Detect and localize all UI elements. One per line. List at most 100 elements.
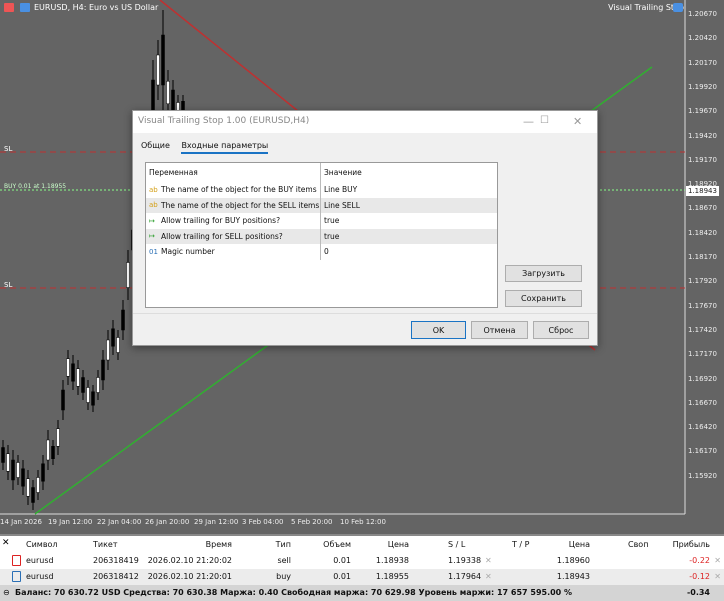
remove-sl-icon[interactable]: ✕ [485, 556, 492, 565]
cell-type: buy [276, 572, 291, 581]
column-header[interactable]: Тикет [93, 540, 118, 549]
cell-volume: 0.01 [333, 556, 351, 565]
candle-body [66, 358, 70, 377]
ok-button[interactable]: OK [411, 321, 466, 339]
candle-body [81, 377, 85, 393]
parameter-name: The name of the object for the BUY items [161, 185, 317, 195]
candle-body [51, 446, 55, 459]
column-header[interactable]: Время [206, 540, 232, 549]
bool-type-icon: ↦ [149, 216, 155, 225]
parameter-value[interactable]: true [321, 216, 339, 225]
column-header[interactable]: Своп [628, 540, 648, 549]
position-row[interactable]: eurusd 206318419 2026.02.10 21:20:02 sell 0.… [0, 553, 724, 569]
load-button[interactable]: Загрузить [505, 265, 582, 282]
candle-body [71, 363, 75, 382]
candle-body [86, 387, 90, 403]
cell-ticket: 206318419 [93, 556, 139, 565]
column-header[interactable]: Цена [388, 540, 409, 549]
candle-body [76, 368, 80, 387]
maximize-icon[interactable]: ☐ [540, 115, 549, 126]
string-type-icon: ab [149, 201, 158, 210]
candle-body [16, 462, 20, 478]
position-type-icon [12, 571, 21, 582]
parameter-value[interactable]: Line BUY [321, 185, 357, 194]
parameter-row[interactable]: ab The name of the object for the BUY ite… [146, 182, 497, 198]
time-tick: 22 Jan 04:00 [97, 518, 142, 526]
cell-sl: 1.17964 [448, 572, 482, 581]
candle-body [166, 81, 170, 104]
price-tick: 1.16170 [688, 447, 717, 456]
collapse-icon[interactable]: ⊖ [3, 588, 10, 597]
candle-body [101, 359, 105, 381]
save-button[interactable]: Сохранить [505, 290, 582, 307]
parameter-name: Magic number [161, 247, 215, 257]
chart-grid-icon[interactable] [4, 3, 14, 12]
price-tick: 1.19170 [688, 155, 717, 164]
close-position-icon[interactable]: ✕ [714, 572, 721, 581]
column-header[interactable]: Цена [569, 540, 590, 549]
candle-body [31, 487, 35, 503]
cell-symbol: eurusd [26, 572, 54, 581]
price-tick: 1.16670 [688, 398, 717, 407]
cell-profit: -0.12 [689, 572, 710, 581]
column-header[interactable]: T / P [512, 540, 530, 549]
indicator-icon[interactable] [673, 3, 683, 12]
price-tick: 1.20170 [688, 58, 717, 67]
candle-body [41, 463, 45, 482]
tab-inputs[interactable]: Входные параметры [181, 141, 269, 154]
candle-body [96, 377, 100, 393]
parameter-row[interactable]: ab The name of the object for the SELL it… [146, 197, 497, 213]
parameter-name: The name of the object for the SELL item… [161, 200, 320, 210]
close-icon[interactable]: ✕ [573, 115, 582, 128]
time-tick: 3 Feb 04:00 [242, 518, 284, 526]
chart-type-icon[interactable] [20, 3, 30, 12]
column-header[interactable]: Объем [323, 540, 351, 549]
parameter-row[interactable]: ↦ Allow trailing for SELL positions? true [146, 228, 497, 244]
parameter-value[interactable]: Line SELL [321, 201, 360, 210]
parameter-value[interactable]: 0 [321, 247, 329, 256]
cell-ticket: 206318412 [93, 572, 139, 581]
account-summary: Баланс: 70 630.72 USD Средства: 70 630.3… [15, 588, 573, 597]
remove-sl-icon[interactable]: ✕ [485, 572, 492, 581]
minimize-icon[interactable]: — [523, 115, 534, 128]
price-tick: 1.18670 [688, 204, 717, 213]
price-tick: 1.17670 [688, 301, 717, 310]
reset-button[interactable]: Сброс [533, 321, 589, 339]
cell-cur: 1.18960 [556, 556, 590, 565]
time-tick: 19 Jan 12:00 [48, 518, 93, 526]
parameter-row[interactable]: 01 Magic number 0 [146, 244, 497, 260]
position-row[interactable]: eurusd 206318412 2026.02.10 21:20:01 buy 0.0… [0, 569, 724, 585]
cell-price: 1.18955 [375, 572, 409, 581]
candle-body [121, 309, 125, 331]
current-price-label: 1.18943 [686, 186, 719, 196]
column-header[interactable]: Символ [26, 540, 58, 549]
parameter-row[interactable]: ↦ Allow trailing for BUY positions? true [146, 213, 497, 229]
cancel-button[interactable]: Отмена [471, 321, 528, 339]
candle-body [26, 478, 30, 497]
parameter-value[interactable]: true [321, 232, 339, 241]
parameters-table: Переменная Значение ab The name of the ob… [145, 162, 498, 308]
column-header[interactable]: Тип [276, 540, 291, 549]
trade-table-header: Символ Тикет Время Тип Объем Цена S / L T / P Це… [0, 537, 724, 553]
column-variable: Переменная [146, 163, 321, 182]
time-tick: 29 Jan 12:00 [194, 518, 239, 526]
candle-body [21, 468, 25, 487]
candle-body [56, 428, 60, 447]
candle-body [111, 328, 115, 347]
parameter-name: Allow trailing for BUY positions? [161, 216, 281, 226]
column-header[interactable]: S / L [448, 540, 465, 549]
total-profit: -0.34 [686, 588, 710, 597]
price-tick: 1.19420 [688, 131, 717, 140]
candle-body [91, 391, 95, 406]
candle-body [156, 54, 160, 86]
column-value: Значение [324, 168, 362, 177]
cell-time: 2026.02.10 21:20:01 [147, 572, 232, 581]
cell-volume: 0.01 [333, 572, 351, 581]
price-tick: 1.19670 [688, 107, 717, 116]
expert-settings-dialog: Visual Trailing Stop 1.00 (EURUSD,H4) — … [132, 110, 598, 346]
tab-common[interactable]: Общие [141, 141, 170, 150]
price-tick: 1.20670 [688, 10, 717, 18]
column-header[interactable]: Прибыль [673, 540, 710, 549]
close-position-icon[interactable]: ✕ [714, 556, 721, 565]
position-type-icon [12, 555, 21, 566]
